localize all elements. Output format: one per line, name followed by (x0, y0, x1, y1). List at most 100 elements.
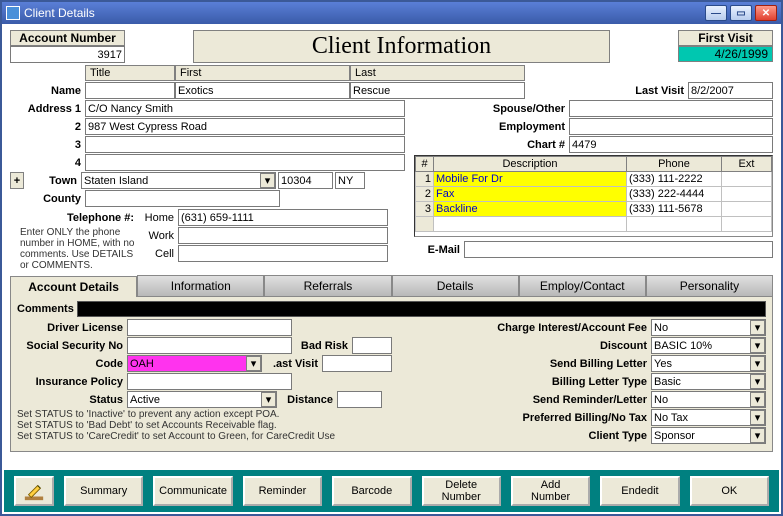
chevron-down-icon[interactable]: ▾ (750, 320, 765, 335)
summary-button[interactable]: Summary (64, 476, 143, 506)
cell-phone-field[interactable] (178, 245, 388, 262)
chevron-down-icon[interactable]: ▾ (750, 356, 765, 371)
name-first-field[interactable] (175, 82, 350, 99)
delete-number-button[interactable]: Delete Number (422, 476, 501, 506)
billing-letter-type-label: Billing Letter Type (418, 376, 651, 388)
endedit-button[interactable]: Endedit (600, 476, 679, 506)
client-details-window: Client Details — ▭ ✕ Account Number Clie… (0, 0, 783, 516)
comments-field[interactable] (77, 301, 766, 317)
status-hint-1: Set STATUS to 'Bad Debt' to set Accounts… (17, 420, 412, 431)
edit-icon-button[interactable] (14, 476, 54, 506)
chevron-down-icon[interactable]: ▾ (261, 392, 276, 407)
grid-header-ext[interactable]: Ext (722, 157, 772, 172)
home-label: Home (138, 212, 178, 224)
name-last-field[interactable] (350, 82, 525, 99)
address1-field[interactable] (85, 100, 405, 117)
tab-body: Comments Driver License Social Security … (10, 297, 773, 452)
grid-header-desc[interactable]: Description (434, 157, 627, 172)
chartno-field[interactable] (569, 136, 773, 153)
col-last: Last (350, 65, 525, 81)
name-title-field[interactable] (85, 82, 175, 99)
send-billing-select[interactable] (651, 355, 766, 372)
table-row (416, 217, 772, 232)
table-row: 2Fax(333) 222-4444 (416, 187, 772, 202)
distance-field[interactable] (337, 391, 382, 408)
address4-field[interactable] (85, 154, 405, 171)
chevron-down-icon[interactable]: ▾ (750, 374, 765, 389)
ok-button[interactable]: OK (690, 476, 769, 506)
tab-information[interactable]: Information (137, 275, 264, 296)
email-field[interactable] (464, 241, 773, 258)
grid-header-num[interactable]: # (416, 157, 434, 172)
minimize-button[interactable]: — (705, 5, 727, 21)
county-field[interactable] (85, 190, 280, 207)
client-type-label: Client Type (418, 430, 651, 442)
chevron-down-icon[interactable]: ▾ (750, 410, 765, 425)
work-phone-field[interactable] (178, 227, 388, 244)
preferred-billing-select[interactable] (651, 409, 766, 426)
send-billing-label: Send Billing Letter (418, 358, 651, 370)
town-label: Town (24, 175, 81, 187)
name-label: Name (10, 85, 85, 97)
address2-field[interactable] (85, 118, 405, 135)
tab-employ-contact[interactable]: Employ/Contact (519, 275, 646, 296)
code-label: Code (17, 358, 127, 370)
maximize-button[interactable]: ▭ (730, 5, 752, 21)
address1-label: Address 1 (10, 103, 85, 115)
grid-header-phone[interactable]: Phone (627, 157, 722, 172)
acct-lastvisit-field[interactable] (322, 355, 392, 372)
tab-details[interactable]: Details (392, 275, 519, 296)
insurance-field[interactable] (127, 373, 292, 390)
tab-account-details[interactable]: Account Details (10, 276, 137, 297)
dl-field[interactable] (127, 319, 292, 336)
county-label: County (10, 193, 85, 205)
spouse-label: Spouse/Other (414, 103, 569, 115)
chevron-down-icon[interactable]: ▾ (246, 356, 261, 371)
charge-interest-select[interactable] (651, 319, 766, 336)
communicate-button[interactable]: Communicate (153, 476, 232, 506)
tab-strip: Account Details Information Referrals De… (10, 275, 773, 297)
acct-lastvisit-label: .ast Visit (262, 358, 322, 370)
tab-referrals[interactable]: Referrals (264, 275, 391, 296)
last-visit-field[interactable] (688, 82, 773, 99)
zip-field[interactable] (278, 172, 333, 189)
close-button[interactable]: ✕ (755, 5, 777, 21)
chevron-down-icon[interactable]: ▾ (750, 392, 765, 407)
add-number-button[interactable]: Add Number (511, 476, 590, 506)
spouse-field[interactable] (569, 100, 773, 117)
home-phone-field[interactable] (178, 209, 388, 226)
state-field[interactable] (335, 172, 365, 189)
town-field[interactable] (81, 172, 276, 189)
chevron-down-icon[interactable]: ▾ (750, 428, 765, 443)
chevron-down-icon[interactable]: ▾ (750, 338, 765, 353)
client-type-select[interactable] (651, 427, 766, 444)
email-label: E-Mail (414, 244, 464, 256)
address3-field[interactable] (85, 136, 405, 153)
badrisk-field[interactable] (352, 337, 392, 354)
reminder-button[interactable]: Reminder (243, 476, 322, 506)
address4-label: 4 (10, 157, 85, 169)
preferred-billing-label: Preferred Billing/No Tax (418, 412, 651, 424)
insurance-label: Insurance Policy (17, 376, 127, 388)
barcode-button[interactable]: Barcode (332, 476, 411, 506)
send-reminder-select[interactable] (651, 391, 766, 408)
code-field[interactable] (127, 355, 262, 372)
telephone-label: Telephone #: (10, 212, 138, 224)
first-visit-label: First Visit (678, 30, 773, 46)
status-hint-2: Set STATUS to 'CareCredit' to set Accoun… (17, 431, 412, 442)
town-plus-button[interactable]: + (10, 172, 24, 189)
discount-select[interactable] (651, 337, 766, 354)
phone-grid[interactable]: # Description Phone Ext 1Mobile For Dr(3… (415, 156, 772, 232)
ssn-field[interactable] (127, 337, 292, 354)
billing-letter-type-select[interactable] (651, 373, 766, 390)
table-row: 1Mobile For Dr(333) 111-2222 (416, 172, 772, 187)
employment-field[interactable] (569, 118, 773, 135)
col-first: First (175, 65, 350, 81)
last-visit-label: Last Visit (613, 85, 688, 97)
status-label: Status (17, 394, 127, 406)
status-field[interactable] (127, 391, 277, 408)
tab-personality[interactable]: Personality (646, 275, 773, 296)
account-number-field[interactable] (10, 46, 125, 63)
chevron-down-icon[interactable]: ▾ (260, 173, 275, 188)
titlebar[interactable]: Client Details — ▭ ✕ (2, 2, 781, 24)
